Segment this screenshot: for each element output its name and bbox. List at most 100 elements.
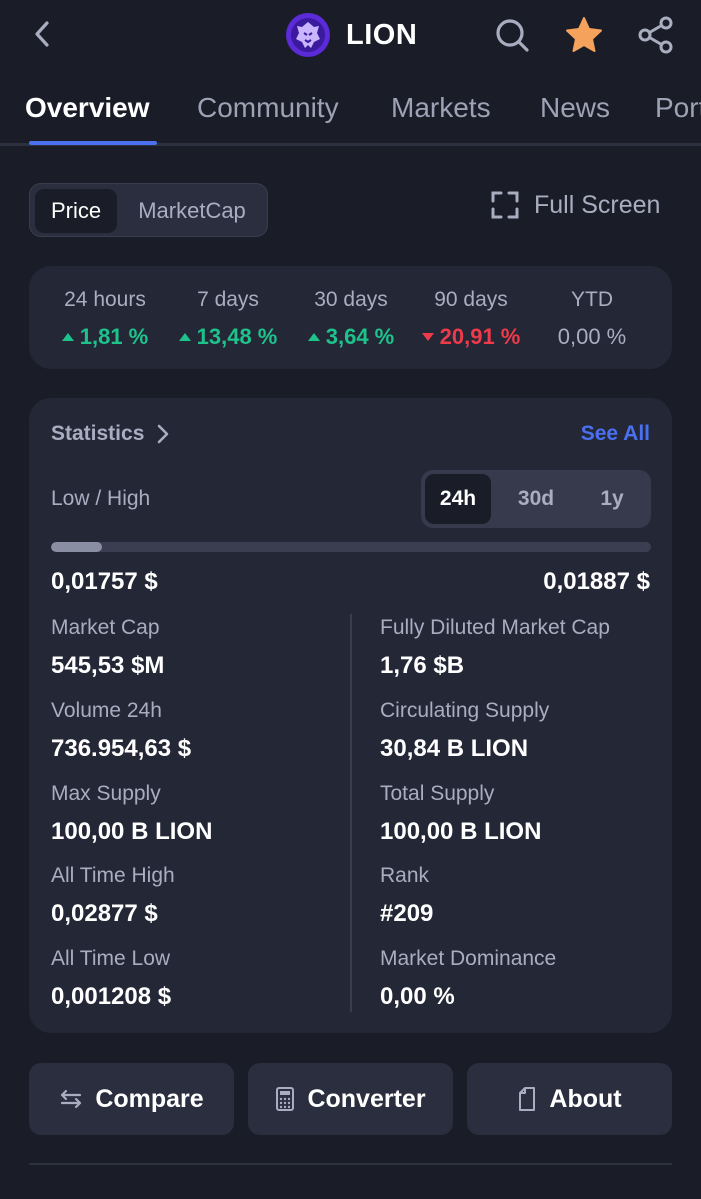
converter-button[interactable]: Converter xyxy=(248,1063,453,1135)
stat-label: All Time Low xyxy=(51,947,171,970)
compare-button[interactable]: Compare xyxy=(29,1063,234,1135)
chart-mode-toggle: Price MarketCap xyxy=(29,183,268,237)
change-label: YTD xyxy=(571,288,613,311)
range-24h[interactable]: 24h xyxy=(425,474,491,524)
change-label: 7 days xyxy=(197,288,259,311)
stat-label: Max Supply xyxy=(51,782,161,805)
range-1y[interactable]: 1y xyxy=(579,474,645,524)
stat-value: 0,00 % xyxy=(380,983,455,1010)
tab-portfolio[interactable]: Portfolio xyxy=(655,92,701,124)
bottom-divider xyxy=(29,1163,672,1165)
range-30d[interactable]: 30d xyxy=(503,474,569,524)
stat-label: Circulating Supply xyxy=(380,699,550,722)
stat-all-time-high: All Time High 0,02877 $ xyxy=(51,864,175,928)
stat-total-supply: Total Supply 100,00 B LION xyxy=(380,782,541,846)
change-label: 90 days xyxy=(434,288,508,311)
full-screen-button[interactable]: Full Screen xyxy=(490,190,660,220)
change-90d: 90 days 20,91 % xyxy=(413,288,529,350)
stat-circulating-supply: Circulating Supply 30,84 B LION xyxy=(380,699,549,763)
low-high-label: Low / High xyxy=(51,487,151,510)
full-screen-label: Full Screen xyxy=(534,190,661,219)
tab-overview[interactable]: Overview xyxy=(25,92,150,124)
high-value: 0,01887 $ xyxy=(543,568,650,595)
statistics-header-link[interactable]: Statistics xyxy=(51,422,170,446)
change-value: 20,91 % xyxy=(413,324,529,350)
column-divider xyxy=(350,614,352,1012)
stat-value: 736.954,63 $ xyxy=(51,735,192,762)
chevron-right-icon xyxy=(158,424,169,444)
favorite-button[interactable] xyxy=(562,13,606,57)
tab-markets[interactable]: Markets xyxy=(391,92,491,124)
star-icon xyxy=(566,17,602,52)
stat-value: 545,53 $M xyxy=(51,652,165,679)
down-arrow-icon xyxy=(421,333,434,341)
tab-community[interactable]: Community xyxy=(197,92,339,124)
stat-label: Market Cap xyxy=(51,616,160,639)
stat-label: Fully Diluted Market Cap xyxy=(380,616,610,639)
search-button[interactable] xyxy=(490,13,534,57)
up-arrow-icon xyxy=(307,333,320,341)
change-value: 3,64 % xyxy=(297,324,405,350)
marketcap-option[interactable]: MarketCap xyxy=(121,189,263,233)
stat-all-time-low: All Time Low 0,001208 $ xyxy=(51,947,171,1011)
stat-volume-24h: Volume 24h 736.954,63 $ xyxy=(51,699,191,763)
change-value: 13,48 % xyxy=(174,324,282,350)
change-30d: 30 days 3,64 % xyxy=(297,288,405,350)
about-button[interactable]: About xyxy=(467,1063,672,1135)
up-arrow-icon xyxy=(61,333,74,341)
back-icon xyxy=(35,21,49,47)
statistics-title: Statistics xyxy=(51,422,145,445)
stat-value: 30,84 B LION xyxy=(380,735,529,762)
stat-label: All Time High xyxy=(51,864,175,887)
stat-label: Rank xyxy=(380,864,430,887)
stat-label: Volume 24h xyxy=(51,699,162,722)
change-value: 1,81 % xyxy=(51,324,159,350)
stat-market-dominance: Market Dominance 0,00 % xyxy=(380,947,556,1011)
expand-icon xyxy=(491,191,519,219)
stat-rank: Rank #209 xyxy=(380,864,433,928)
lion-logo-icon xyxy=(291,18,325,52)
swap-arrows-icon xyxy=(61,1089,82,1109)
share-button[interactable] xyxy=(634,13,678,57)
low-high-range-bar xyxy=(51,542,651,552)
stat-fully-diluted-market-cap: Fully Diluted Market Cap 1,76 $B xyxy=(380,616,610,680)
stat-value: 1,76 $B xyxy=(380,652,465,679)
coin-name: LION xyxy=(346,18,418,51)
change-7d: 7 days 13,48 % xyxy=(174,288,282,350)
low-value: 0,01757 $ xyxy=(51,568,158,595)
see-all-link[interactable]: See All xyxy=(581,422,650,446)
converter-label: Converter xyxy=(307,1084,426,1113)
coin-logo xyxy=(286,13,330,57)
range-bar-fill xyxy=(51,542,102,552)
about-label: About xyxy=(549,1084,622,1113)
change-label: 30 days xyxy=(314,288,388,311)
statistics-card: Statistics See All Low / High 24h 30d 1y… xyxy=(29,398,672,1033)
stat-label: Total Supply xyxy=(380,782,495,805)
stat-market-cap: Market Cap 545,53 $M xyxy=(51,616,164,680)
back-button[interactable] xyxy=(24,16,60,52)
change-ytd: YTD 0,00 % xyxy=(547,288,637,350)
tab-news[interactable]: News xyxy=(540,92,610,124)
change-value: 0,00 % xyxy=(557,324,627,349)
tab-bar: Overview Community Markets News Portfoli… xyxy=(0,80,701,146)
calculator-icon xyxy=(276,1087,295,1111)
change-label: 24 hours xyxy=(64,288,146,311)
active-tab-indicator xyxy=(29,141,157,145)
price-change-card: 24 hours 1,81 % 7 days 13,48 % 30 days 3… xyxy=(29,266,672,369)
stat-value: #209 xyxy=(380,900,434,927)
stat-max-supply: Max Supply 100,00 B LION xyxy=(51,782,212,846)
document-icon xyxy=(519,1087,536,1111)
share-icon xyxy=(638,16,673,54)
coin-header: LION xyxy=(286,13,417,57)
range-selector: 24h 30d 1y xyxy=(421,470,651,528)
stat-value: 0,02877 $ xyxy=(51,900,158,927)
change-24h: 24 hours 1,81 % xyxy=(51,288,159,350)
top-bar: LION xyxy=(0,0,701,70)
compare-label: Compare xyxy=(95,1084,204,1113)
search-icon xyxy=(496,19,529,52)
stat-label: Market Dominance xyxy=(380,947,557,970)
stat-value: 0,001208 $ xyxy=(51,983,172,1010)
price-option[interactable]: Price xyxy=(35,189,117,233)
stat-value: 100,00 B LION xyxy=(380,818,542,845)
up-arrow-icon xyxy=(178,333,191,341)
